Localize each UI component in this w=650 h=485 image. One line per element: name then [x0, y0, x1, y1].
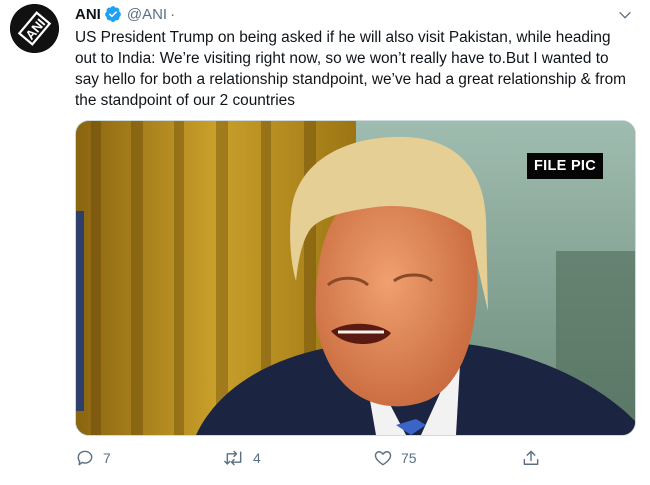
ani-logo: ANI [10, 4, 59, 53]
retweet-button[interactable]: 4 [223, 446, 261, 470]
verified-badge-icon [104, 5, 122, 23]
tweet[interactable]: ANI ANI @ANI · US President Trump on bei… [0, 0, 650, 485]
handle[interactable]: @ANI [127, 6, 167, 23]
share-icon [523, 450, 539, 465]
chevron-down-icon[interactable] [616, 6, 634, 24]
like-count: 75 [401, 450, 417, 466]
reply-icon [77, 450, 93, 466]
file-pic-label: FILE PIC [527, 153, 604, 179]
reply-count: 7 [103, 450, 111, 466]
retweet-icon [224, 450, 242, 466]
tweet-text: US President Trump on being asked if he … [75, 29, 626, 109]
like-icon [374, 451, 392, 466]
separator-dot: · [170, 5, 176, 23]
avatar[interactable]: ANI [10, 4, 59, 53]
share-button[interactable] [521, 446, 549, 470]
tweet-actions: 7 4 75 [75, 446, 545, 470]
tweet-header: ANI @ANI · [75, 4, 175, 24]
reply-button[interactable]: 7 [75, 446, 111, 470]
tweet-photo[interactable]: FILE PIC [75, 120, 636, 436]
display-name[interactable]: ANI [75, 6, 101, 23]
like-button[interactable]: 75 [373, 446, 417, 470]
retweet-count: 4 [253, 450, 261, 466]
